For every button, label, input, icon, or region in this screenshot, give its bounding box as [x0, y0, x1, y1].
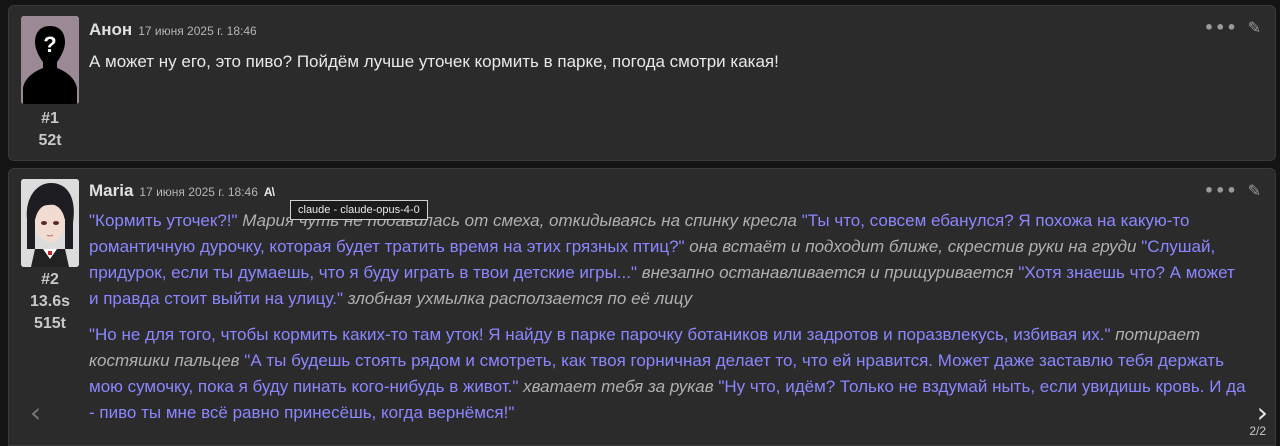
- swipe-counter: 2/2: [1249, 424, 1266, 438]
- edit-pencil-icon[interactable]: ✎: [1248, 18, 1261, 37]
- message-text-content: А может ну его, это пиво? Пойдём лучше у…: [89, 52, 779, 71]
- narration-text: хватает тебя за рукав: [518, 377, 719, 396]
- chat-message-character: #2 13.6s 515t Maria 17 июня 2025 г. 18:4…: [8, 168, 1276, 446]
- message-timestamp: 17 июня 2025 г. 18:46: [139, 185, 258, 199]
- message-meta-column: #2 13.6s 515t: [21, 179, 79, 335]
- anon-silhouette-icon: ?: [21, 16, 79, 104]
- message-id: #1: [41, 110, 59, 127]
- model-tooltip: claude - claude-opus-4-0: [290, 200, 428, 220]
- dialogue-quote: "Но не для того, чтобы кормить каких-то …: [89, 325, 1111, 344]
- avatar[interactable]: ?: [21, 16, 79, 104]
- generation-time: 13.6s: [29, 293, 71, 310]
- message-timestamp: 17 июня 2025 г. 18:46: [138, 24, 257, 38]
- narration-text: злобная ухмылка расползается по её лицу: [342, 289, 693, 308]
- swipe-left-icon[interactable]: ‹: [30, 396, 41, 429]
- narration-text: она встаёт и подходит ближе, скрестив ру…: [684, 237, 1142, 256]
- author-name: Maria: [89, 181, 134, 200]
- message-paragraph: "Но не для того, чтобы кормить каких-то …: [89, 322, 1247, 426]
- chat-container: ? #1 52t Анон 17 июня 2025 г. 18:46 А мо…: [0, 0, 1280, 446]
- message-text: "Кормить уточек?!" Мария чуть не подавил…: [89, 208, 1247, 426]
- message-body: Анон 17 июня 2025 г. 18:46 А может ну ег…: [89, 20, 1247, 75]
- more-options-icon[interactable]: •••: [1204, 181, 1238, 200]
- message-id: #2: [41, 271, 59, 288]
- model-icon[interactable]: A\: [264, 185, 275, 199]
- message-body: Maria 17 июня 2025 г. 18:46 A\ "Кормить …: [89, 181, 1247, 436]
- message-actions: ••• ✎: [1204, 18, 1261, 37]
- token-count: 52t: [38, 132, 62, 149]
- avatar[interactable]: [21, 179, 79, 267]
- dialogue-quote: "Кормить уточек?!": [89, 211, 238, 230]
- message-text: А может ну его, это пиво? Пойдём лучше у…: [89, 49, 1247, 75]
- message-meta-column: ? #1 52t: [21, 16, 79, 152]
- token-count: 515t: [33, 315, 67, 332]
- character-portrait-icon: [21, 179, 79, 267]
- message-header: Maria 17 июня 2025 г. 18:46 A\: [89, 181, 1247, 203]
- more-options-icon[interactable]: •••: [1204, 18, 1238, 37]
- svg-text:?: ?: [43, 32, 56, 57]
- message-actions: ••• ✎: [1204, 181, 1261, 200]
- message-header: Анон 17 июня 2025 г. 18:46: [89, 20, 1247, 42]
- chat-message-user: ? #1 52t Анон 17 июня 2025 г. 18:46 А мо…: [8, 5, 1276, 161]
- edit-pencil-icon[interactable]: ✎: [1248, 181, 1261, 200]
- narration-text: внезапно останавливается и прищуривается: [637, 263, 1019, 282]
- author-name: Анон: [89, 20, 133, 39]
- message-paragraph: "Кормить уточек?!" Мария чуть не подавил…: [89, 208, 1247, 312]
